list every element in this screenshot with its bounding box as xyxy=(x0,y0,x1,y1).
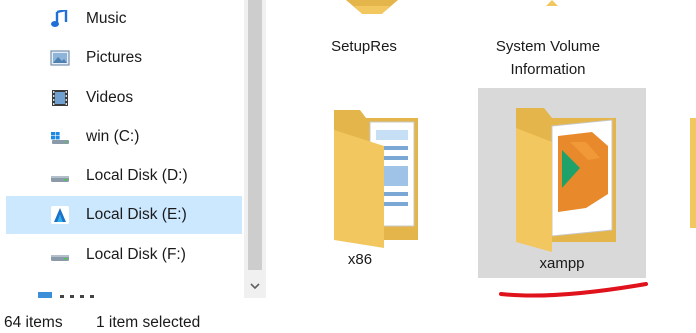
nav-scrollbar[interactable] xyxy=(244,0,266,298)
videos-icon xyxy=(52,90,68,106)
folder-tile-setupres[interactable]: SetupRes xyxy=(280,0,448,80)
folder-tile-xampp[interactable]: xampp xyxy=(478,88,646,278)
scrollbar-thumb[interactable] xyxy=(248,0,262,270)
nav-item-videos[interactable]: Videos xyxy=(6,79,242,117)
status-selection: 1 item selected xyxy=(96,314,201,331)
folder-icon xyxy=(516,108,616,252)
folder-icon xyxy=(546,0,558,6)
nav-label: Local Disk (E:) xyxy=(86,206,187,223)
folder-tile-system-volume-information[interactable]: System Volume Information xyxy=(464,0,632,80)
folder-icon xyxy=(346,0,398,14)
pictures-icon xyxy=(50,50,70,66)
nav-label: Videos xyxy=(86,89,134,106)
content-pane: SetupRes System Volume Information x86 x… xyxy=(266,0,696,298)
folder-name: xampp xyxy=(539,255,585,272)
nav-item-local-disk-e[interactable]: Local Disk (E:) xyxy=(6,196,242,234)
nav-label: Music xyxy=(86,10,127,27)
drive-icon xyxy=(51,206,69,224)
drive-icon xyxy=(51,176,69,182)
windows-drive-icon xyxy=(51,132,69,144)
chevron-down-icon[interactable] xyxy=(249,281,261,291)
nav-label: Local Disk (F:) xyxy=(86,246,186,263)
nav-label: win (C:) xyxy=(86,128,140,145)
network-icon xyxy=(38,292,94,298)
nav-item-local-disk-d[interactable]: Local Disk (D:) xyxy=(6,157,242,195)
folder-name: System Volume Information xyxy=(495,38,601,78)
folder-icon xyxy=(334,110,418,248)
folder-icon xyxy=(690,118,696,228)
music-note-icon xyxy=(51,10,68,27)
folder-name: x86 xyxy=(347,251,373,268)
nav-label: Pictures xyxy=(86,49,142,66)
nav-label: Local Disk (D:) xyxy=(86,167,188,184)
drive-icon xyxy=(51,255,69,261)
nav-item-music[interactable]: Music xyxy=(6,0,242,38)
folder-tile-x86[interactable]: x86 xyxy=(276,88,444,278)
status-item-count: 64 items xyxy=(4,314,63,331)
status-bar: 64 items 1 item selected xyxy=(0,298,696,333)
nav-item-win-c[interactable]: win (C:) xyxy=(6,118,242,156)
nav-item-local-disk-f[interactable]: Local Disk (F:) xyxy=(6,236,242,274)
navigation-pane: Music Pictures Videos win (C:) Local Dis… xyxy=(0,0,266,298)
folder-name: SetupRes xyxy=(331,38,397,55)
nav-item-pictures[interactable]: Pictures xyxy=(6,39,242,77)
annotation-underline xyxy=(499,282,648,298)
